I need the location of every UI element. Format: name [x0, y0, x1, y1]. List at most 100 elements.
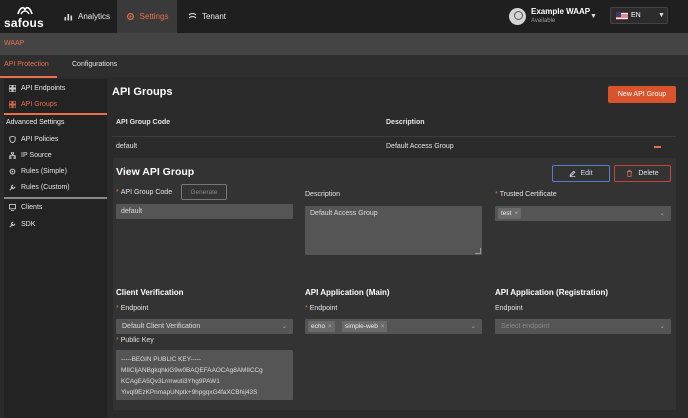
pencil-icon — [569, 170, 576, 177]
nav-tab-label: Analytics — [77, 12, 110, 21]
section-bar: WAAP — [0, 33, 688, 55]
sidebar-item-api-endpoints[interactable]: API Endpoints — [4, 81, 107, 96]
sidebar-item-label: Clients — [21, 204, 43, 211]
us-flag-icon — [616, 12, 628, 20]
public-key-label: * Public Key — [116, 337, 154, 344]
api-app-registration-title: API Application (Registration) — [495, 288, 609, 297]
network-icon — [9, 152, 16, 159]
sidebar-item-label: API Groups — [21, 101, 58, 108]
chevron-down-icon: ▼ — [658, 12, 665, 19]
wrench-icon — [9, 184, 16, 191]
client-verification-title: Client Verification — [116, 288, 184, 297]
top-bar: safous Analytics Settings Tenant Example… — [0, 0, 688, 33]
sidebar-item-sdk[interactable]: SDK — [4, 217, 107, 232]
group-code-input[interactable]: default — [116, 204, 293, 219]
sidebar-divider — [4, 113, 107, 115]
sub-tabs: API Protection Configurations — [0, 55, 688, 78]
tab-configurations[interactable]: Configurations — [72, 61, 117, 68]
panel-title: View API Group — [116, 166, 195, 178]
safous-logo[interactable]: safous — [4, 5, 48, 30]
public-key-line: -----BEGIN PUBLIC KEY----- — [121, 356, 202, 363]
public-key-line: KCAgEA5Qv3Lrmwuti3Yhg9PAW1 — [121, 378, 220, 385]
sidebar-item-clients[interactable]: Clients — [4, 200, 107, 215]
trusted-certificate-select[interactable]: test × ⌄ — [495, 206, 671, 221]
sidebar-item-label: SDK — [21, 221, 36, 228]
section-title: WAAP — [4, 40, 25, 47]
tenant-icon — [188, 12, 197, 19]
chevron-down-icon: ⌄ — [659, 210, 665, 217]
bar-chart-icon — [64, 14, 73, 21]
wrench-icon — [9, 221, 16, 228]
sidebar-item-label: Rules (Custom) — [21, 184, 70, 191]
user-status: Available — [531, 18, 556, 24]
monitor-icon — [9, 204, 16, 211]
endpoint-tag: echo × — [308, 321, 335, 332]
delete-button-label: Delete — [638, 170, 659, 177]
user-name: Example WAAP — [531, 7, 591, 16]
sidebar-item-api-groups[interactable]: API Groups — [4, 97, 107, 112]
column-header-description[interactable]: Description — [386, 119, 425, 126]
remove-tag-icon[interactable]: × — [514, 211, 518, 217]
table-row[interactable]: default Default Access Group — [112, 136, 676, 157]
group-code-label: * API Group Code — [116, 189, 173, 196]
row-code: default — [116, 143, 138, 150]
client-endpoint-label: * Endpoint — [116, 305, 149, 312]
chevron-down-icon: ⌄ — [659, 323, 665, 330]
sidebar: API Endpoints API Groups Advanced Settin… — [4, 79, 107, 418]
trash-icon — [627, 170, 633, 177]
sidebar-item-label: API Policies — [21, 136, 59, 143]
active-tab-indicator — [0, 76, 57, 78]
main-endpoint-label: * Endpoint — [305, 305, 338, 312]
sidebar-item-label: IP Source — [21, 152, 52, 159]
page-title: API Groups — [112, 86, 173, 98]
description-textarea[interactable]: Default Access Group — [305, 206, 482, 255]
sidebar-divider — [4, 197, 107, 199]
chevron-down-icon: ⌄ — [470, 323, 476, 330]
chevron-down-icon: ⌄ — [281, 323, 287, 330]
grid-icon — [9, 85, 16, 92]
table-header: API Group Code Description — [112, 113, 676, 133]
remove-tag-icon[interactable]: × — [328, 324, 332, 330]
nav-tab-label: Settings — [139, 12, 169, 21]
client-endpoint-select[interactable]: Default Client Verification ⌄ — [116, 319, 293, 334]
main-endpoint-select[interactable]: echo × simple-web × ⌄ — [305, 319, 482, 334]
language-select[interactable]: EN ▼ — [610, 7, 668, 24]
logo-mark-icon — [17, 6, 33, 15]
public-key-line: Yivql9EzKPnmapUNptk+9hpgqxG4faXCBhij43S — [121, 389, 258, 396]
shield-icon — [9, 136, 16, 143]
edit-button[interactable]: Edit — [552, 165, 610, 182]
nav-tab-tenant[interactable]: Tenant — [184, 0, 230, 33]
endpoint-tag: simple-web × — [342, 321, 388, 332]
user-menu[interactable]: Example WAAP Available ▼ — [509, 6, 599, 28]
generate-button[interactable]: Generate — [181, 184, 227, 200]
registration-endpoint-label: Endpoint — [495, 305, 523, 312]
sidebar-item-rules-simple[interactable]: Rules (Simple) — [4, 164, 107, 179]
sidebar-item-api-policies[interactable]: API Policies — [4, 132, 107, 147]
grid-icon — [9, 101, 16, 108]
public-key-line: MIICIjANBgkqhkiG9w0BAQEFAAOCAg8AMIICCg — [121, 367, 263, 374]
nav-tab-settings[interactable]: Settings — [117, 0, 177, 33]
sidebar-item-ip-source[interactable]: IP Source — [4, 148, 107, 163]
delete-button[interactable]: Delete — [614, 165, 671, 182]
column-header-code[interactable]: API Group Code — [116, 119, 170, 126]
collapse-row-icon[interactable] — [654, 146, 661, 148]
language-code: EN — [631, 12, 641, 19]
nav-tab-label: Tenant — [201, 12, 227, 21]
remove-tag-icon[interactable]: × — [381, 324, 385, 330]
sidebar-section-header: Advanced Settings — [6, 119, 65, 126]
sidebar-item-label: Rules (Simple) — [21, 168, 67, 175]
public-key-textarea[interactable]: -----BEGIN PUBLIC KEY----- MIICIjANBgkqh… — [116, 350, 293, 400]
edit-button-label: Edit — [580, 170, 593, 177]
sidebar-item-rules-custom[interactable]: Rules (Custom) — [4, 180, 107, 195]
registration-endpoint-select[interactable]: Select endpoint ⌄ — [495, 319, 671, 334]
gear-icon — [126, 13, 134, 20]
tab-api-protection[interactable]: API Protection — [4, 61, 49, 68]
new-api-group-button[interactable]: New API Group — [608, 86, 676, 103]
registration-endpoint-placeholder: Select endpoint — [501, 323, 550, 330]
api-app-main-title: API Application (Main) — [305, 288, 390, 297]
description-label: Description — [305, 191, 341, 198]
brand-name: safous — [4, 16, 44, 30]
row-description: Default Access Group — [386, 143, 454, 150]
sidebar-item-label: API Endpoints — [21, 85, 66, 92]
nav-tab-analytics[interactable]: Analytics — [58, 0, 116, 33]
